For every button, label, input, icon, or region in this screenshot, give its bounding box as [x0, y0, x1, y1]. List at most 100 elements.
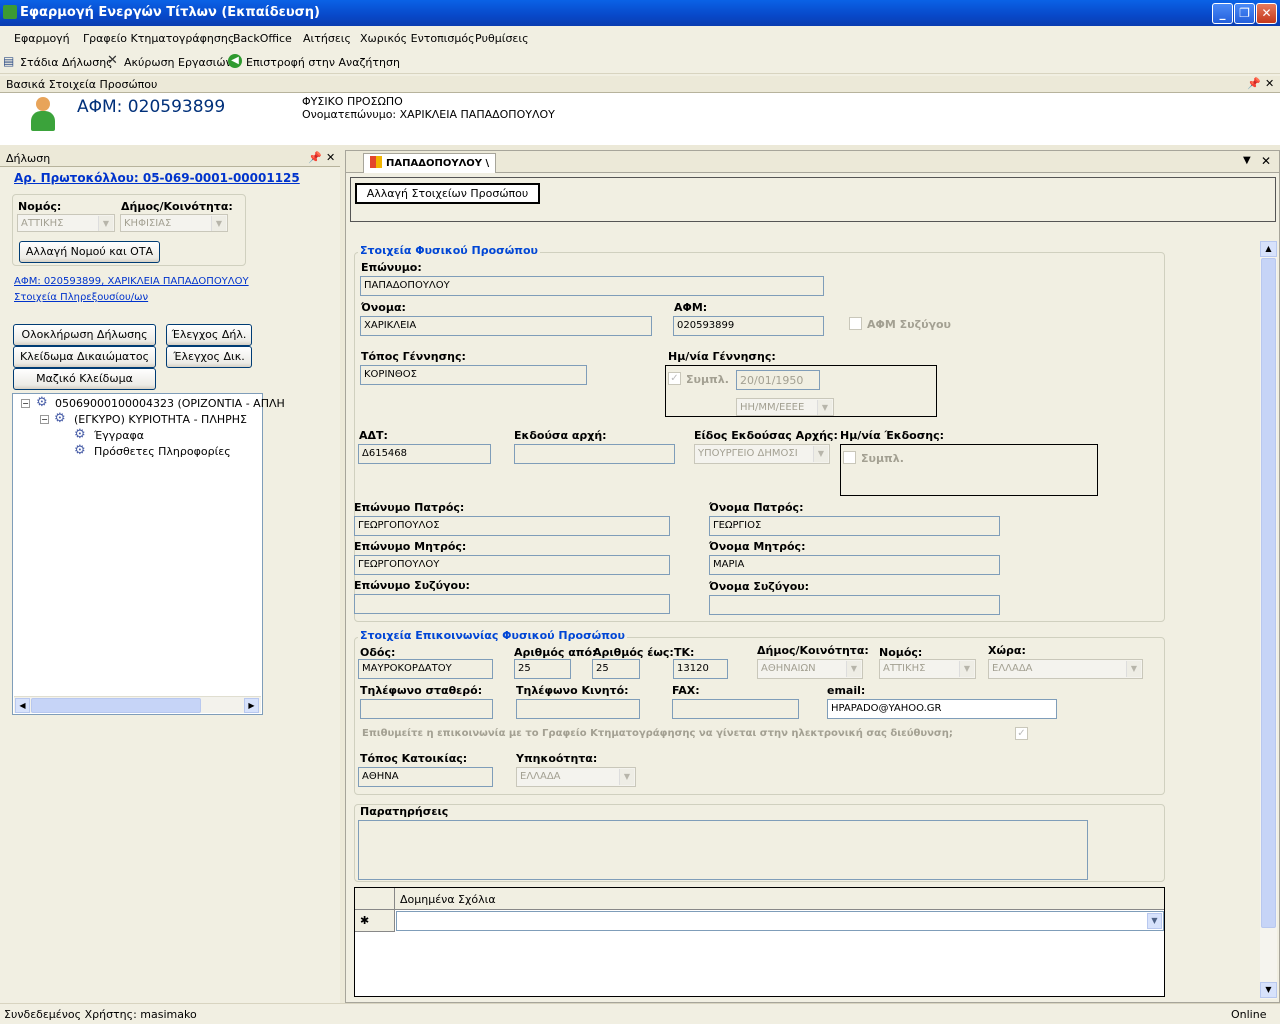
- spouse-afm-checkbox[interactable]: [849, 317, 862, 330]
- menu-spatial[interactable]: Χωρικός Εντοπισμός: [360, 32, 475, 45]
- complete-declaration-button[interactable]: Ολοκλήρωση Δήλωσης: [13, 324, 156, 346]
- tree-item-documents[interactable]: Έγγραφα: [94, 429, 144, 442]
- prefecture-label: Νομός:: [879, 646, 923, 659]
- dimos-select[interactable]: ΚΗΦΙΣΙΑΣ ▼: [120, 214, 228, 232]
- title-bar: Εφαρμογή Ενεργών Τίτλων (Εκπαίδευση) _ ❐…: [0, 0, 1280, 26]
- street-field[interactable]: ΜΑΥΡΟΚΟΡΔΑΤΟΥ: [358, 659, 493, 679]
- authority-field[interactable]: [514, 444, 675, 464]
- father-surname-field[interactable]: ΓΕΩΡΓΟΠΟΥΛΟΣ: [354, 516, 670, 536]
- residence-label: Τόπος Κατοικίας:: [360, 752, 468, 765]
- back-to-search-button[interactable]: Επιστροφή στην Αναζήτηση: [246, 56, 400, 69]
- notes-textarea[interactable]: [358, 820, 1088, 880]
- close-button[interactable]: ✕: [1256, 3, 1277, 24]
- issue-date-label: Ημ/νία Έκδοσης:: [840, 429, 945, 442]
- birthdate-field[interactable]: 20/01/1950: [736, 370, 820, 390]
- number-to-field[interactable]: 25: [592, 659, 640, 679]
- scroll-up-icon[interactable]: ▲: [1260, 241, 1277, 257]
- mobile-field[interactable]: [516, 699, 640, 719]
- birthdate-partial-checkbox[interactable]: ✓: [668, 372, 681, 385]
- name-field[interactable]: ΧΑΡΙΚΛΕΙΑ: [360, 316, 652, 336]
- authority-type-select[interactable]: ΥΠΟΥΡΓΕΙΟ ΔΗΜΟΣΙ ▼: [694, 444, 830, 464]
- chevron-down-icon: ▼: [846, 661, 861, 677]
- country-label: Χώρα:: [988, 644, 1026, 657]
- email-field[interactable]: HPAPADO@YAHOO.GR: [827, 699, 1057, 719]
- close-icon[interactable]: ✕: [326, 151, 335, 164]
- chevron-down-icon: ▼: [813, 446, 828, 462]
- horizontal-scrollbar[interactable]: ◀ ▶: [14, 696, 261, 713]
- minimize-button[interactable]: _: [1212, 3, 1233, 24]
- menu-requests[interactable]: Αιτήσεις: [303, 32, 351, 45]
- spouse-name-field[interactable]: [709, 595, 1000, 615]
- phone-field[interactable]: [360, 699, 493, 719]
- scroll-down-icon[interactable]: ▼: [1260, 982, 1277, 998]
- grid-column-header: Δομημένα Σχόλια: [400, 893, 496, 906]
- father-name-field[interactable]: ΓΕΩΡΓΙΟΣ: [709, 516, 1000, 536]
- tab-person[interactable]: ΠΑΠΑΔΟΠΟΥΛΟΥ \: [363, 153, 496, 173]
- number-from-label: Αριθμός από:: [514, 646, 597, 659]
- scroll-left-icon[interactable]: ◀: [15, 698, 30, 713]
- postcode-label: ΤΚ:: [674, 646, 695, 659]
- person-type: ΦΥΣΙΚΟ ΠΡΟΣΩΠΟ: [302, 95, 403, 108]
- adt-field[interactable]: Δ615468: [358, 444, 491, 464]
- citizenship-select[interactable]: ΕΛΛΑΔΑ ▼: [516, 767, 636, 787]
- mother-surname-field[interactable]: ΓΕΩΡΓΟΠΟΥΛΟΥ: [354, 555, 670, 575]
- tree-item-property[interactable]: 05069000100004323 (ΟΡΙΖΟΝΤΙΑ - ΑΠΛΗ: [55, 397, 285, 410]
- scroll-right-icon[interactable]: ▶: [244, 698, 259, 713]
- gear-icon: ⚙: [54, 411, 66, 426]
- pin-icon[interactable]: 📌: [1247, 77, 1261, 90]
- lock-right-button[interactable]: Κλείδωμα Δικαιώματος: [13, 346, 156, 368]
- residence-field[interactable]: ΑΘΗΝΑ: [358, 767, 493, 787]
- cross-icon: ✕: [107, 53, 118, 68]
- stages-button[interactable]: Στάδια Δήλωσης: [20, 56, 113, 69]
- menu-settings[interactable]: Ρυθμίσεις: [475, 32, 529, 45]
- menu-backoffice[interactable]: BackOffice: [233, 32, 292, 45]
- scroll-thumb[interactable]: [31, 698, 201, 713]
- pin-icon[interactable]: 📌: [308, 151, 322, 164]
- partial-label: Συμπλ.: [686, 373, 729, 386]
- collapse-icon[interactable]: −: [40, 415, 49, 424]
- chevron-down-icon[interactable]: ▼: [1147, 913, 1162, 929]
- collapse-icon[interactable]: −: [21, 399, 30, 408]
- country-select[interactable]: ΕΛΛΑΔΑ ▼: [988, 659, 1143, 679]
- afm-link[interactable]: ΑΦΜ: 020593899, ΧΑΡΙΚΛΕΙΑ ΠΑΠΑΔΟΠΟΥΛΟΥ: [14, 276, 249, 287]
- check-right-button[interactable]: Έλεγχος Δικ.: [166, 346, 252, 368]
- tree-item-additional-info[interactable]: Πρόσθετες Πληροφορίες: [94, 445, 231, 458]
- birthplace-field[interactable]: ΚΟΡΙΝΘΟΣ: [360, 365, 587, 385]
- number-from-field[interactable]: 25: [514, 659, 571, 679]
- municipality-label: Δήμος/Κοινότητα:: [757, 644, 869, 657]
- afm-field[interactable]: 020593899: [673, 316, 824, 336]
- close-tab-icon[interactable]: ✕: [1261, 154, 1271, 168]
- menu-application[interactable]: Εφαρμογή: [14, 32, 70, 45]
- tree-item-right[interactable]: (ΕΓΚΥΡΟ) ΚΥΡΙΟΤΗΤΑ - ΠΛΗΡΗΣ: [74, 413, 247, 426]
- structured-comments-grid: Δομημένα Σχόλια ✱ ▼: [354, 887, 1165, 997]
- protocol-link[interactable]: Αρ. Πρωτοκόλλου: 05-069-0001-00001125: [14, 171, 300, 185]
- proxy-link[interactable]: Στοιχεία Πληρεξουσίου/ων: [14, 292, 148, 303]
- gear-icon: ⚙: [74, 427, 86, 442]
- issue-partial-checkbox[interactable]: [843, 451, 856, 464]
- scroll-thumb[interactable]: [1261, 258, 1276, 928]
- postcode-field[interactable]: 13120: [673, 659, 728, 679]
- surname-field[interactable]: ΠΑΠΑΔΟΠΟΥΛΟΥ: [360, 276, 824, 296]
- mass-lock-button[interactable]: Μαζικό Κλείδωμα Δικαιωμ.: [13, 368, 156, 405]
- change-ota-button[interactable]: Αλλαγή Νομού και ΟΤΑ: [19, 241, 160, 263]
- personal-group-title: Στοιχεία Φυσικού Προσώπου: [358, 244, 540, 257]
- municipality-select[interactable]: ΑΘΗΝΑΙΩΝ ▼: [757, 659, 863, 679]
- nomos-select[interactable]: ΑΤΤΙΚΗΣ ▼: [17, 214, 115, 232]
- date-format-select[interactable]: ΗΗ/ΜΜ/ΕΕΕΕ ▼: [736, 398, 834, 416]
- prefecture-select[interactable]: ΑΤΤΙΚΗΣ ▼: [879, 659, 976, 679]
- close-icon[interactable]: ✕: [1265, 77, 1274, 90]
- fax-field[interactable]: [672, 699, 799, 719]
- menu-office[interactable]: Γραφείο Κτηματογράφησης: [83, 32, 234, 45]
- check-declaration-button[interactable]: Έλεγχος Δήλ.: [166, 324, 252, 346]
- comment-select[interactable]: ▼: [396, 911, 1164, 931]
- change-person-button[interactable]: Αλλαγή Στοιχείων Προσώπου: [355, 183, 540, 204]
- vertical-scrollbar[interactable]: ▲ ▼: [1260, 241, 1277, 999]
- email-consent-checkbox[interactable]: ✓: [1015, 727, 1028, 740]
- maximize-button[interactable]: ❐: [1234, 3, 1255, 24]
- cancel-tasks-button[interactable]: Ακύρωση Εργασιών: [124, 56, 232, 69]
- tab-menu-icon[interactable]: ▼: [1243, 155, 1251, 166]
- authority-label: Εκδούσα αρχή:: [514, 429, 607, 442]
- spouse-surname-field[interactable]: [354, 594, 670, 614]
- email-label: email:: [827, 684, 866, 697]
- mother-name-field[interactable]: ΜΑΡΙΑ: [709, 555, 1000, 575]
